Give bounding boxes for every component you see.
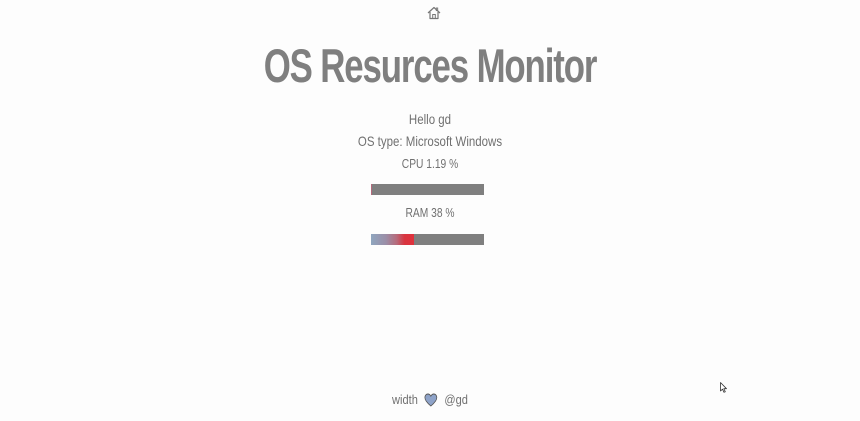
footer: width @gd bbox=[65, 392, 796, 407]
footer-prefix: width bbox=[392, 392, 418, 407]
heart-icon bbox=[424, 393, 438, 407]
ram-progress-fill bbox=[371, 234, 414, 245]
home-icon bbox=[427, 6, 441, 20]
cpu-progress-bar bbox=[371, 184, 484, 195]
mouse-cursor-icon bbox=[720, 382, 727, 393]
ram-progress-bar bbox=[371, 234, 484, 245]
footer-author: @gd bbox=[444, 392, 468, 407]
page: OS Resurces Monitor Hello gd OS type: Mi… bbox=[0, 0, 860, 421]
ram-label: RAM 38 % bbox=[405, 206, 455, 220]
home-link[interactable] bbox=[426, 5, 442, 21]
os-type-text: OS type: Microsoft Windows bbox=[357, 133, 503, 149]
page-title: OS Resurces Monitor bbox=[263, 39, 598, 92]
greeting-text: Hello gd bbox=[408, 111, 452, 127]
cpu-label: CPU 1.19 % bbox=[401, 157, 459, 171]
cpu-progress-fill bbox=[371, 184, 373, 195]
